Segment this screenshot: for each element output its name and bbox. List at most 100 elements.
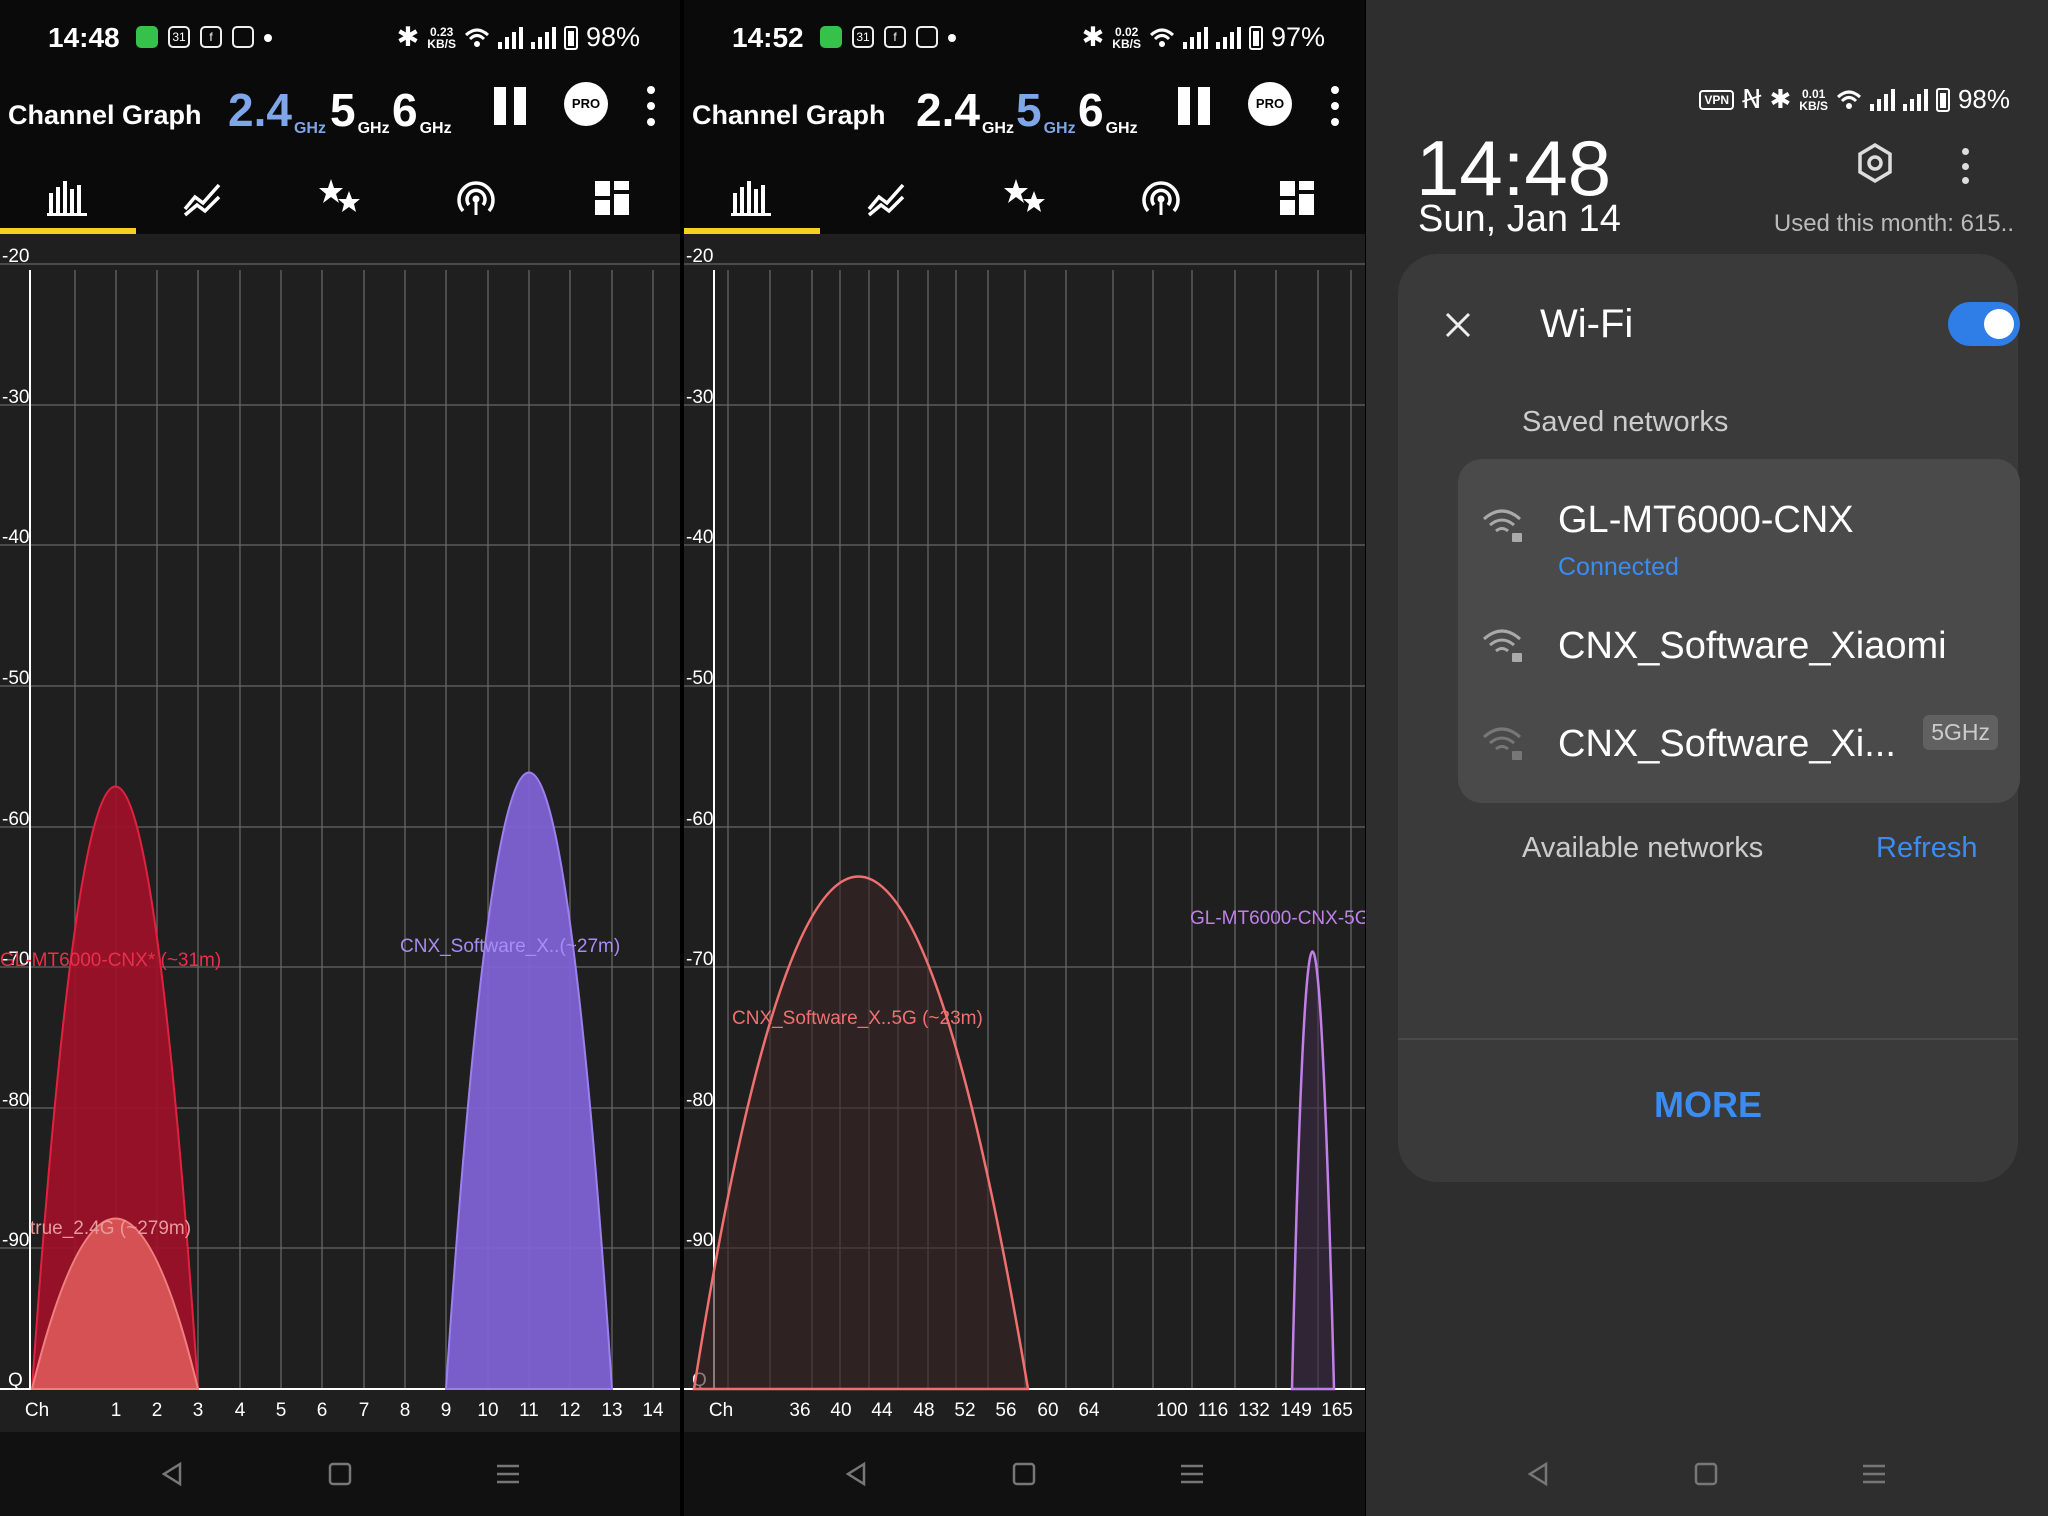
recents-nav-icon[interactable] [1178,1460,1206,1488]
channel-graph-chart[interactable]: -20 -30 -40 -50 -60 -70 -80 -90 Q CNX_So… [684,234,1365,1432]
app-toolbar: Channel Graph 2.4 GHz 5 GHz 6 GHz PRO [0,82,680,162]
band-2-4ghz-button[interactable]: 2.4 GHz [916,82,1014,138]
pro-button[interactable]: PRO [1248,82,1292,126]
y-tick: -30 [2,387,29,408]
tab-channel-rating[interactable] [272,162,408,234]
battery-icon [1935,87,1950,112]
band-unit: GHz [1043,120,1076,137]
band-2-4ghz-button[interactable]: 2.4 GHz [228,82,326,138]
band-5ghz-button[interactable]: 5 GHz [1016,82,1076,138]
channel-graph-chart[interactable]: -20 -30 -40 -50 -60 -70 -80 -90 Q GL-MT6… [0,234,680,1432]
x-tick: 56 [995,1400,1016,1421]
nfc-icon: Ꞥ [1742,84,1762,114]
recents-nav-icon[interactable] [1860,1460,1888,1488]
tab-access-points[interactable] [1093,162,1229,234]
tab-channel-rating[interactable] [956,162,1092,234]
line-graph-icon [867,183,905,217]
band-6ghz-button[interactable]: 6 GHz [1078,82,1138,138]
wifi-toggle[interactable] [1948,302,2020,346]
series-label-cnx-xiaomi: CNX_Software_X..(~27m) [400,936,620,957]
battery-level: 97% [1270,22,1325,52]
x-tick: 48 [913,1400,934,1421]
band-number: 5 [330,84,356,136]
page-title: Channel Graph [8,100,202,130]
y-tick: -60 [686,809,713,830]
wifi-icon [1836,90,1861,109]
wifi-icon [464,28,489,47]
x-tick: 52 [954,1400,975,1421]
signal-icon [1182,26,1208,49]
band-unit: GHz [293,120,326,137]
tab-channel-graph[interactable] [0,162,136,234]
wifi-locked-icon [1483,629,1522,662]
tab-dashboard[interactable] [1229,162,1365,234]
x-axis-label: Ch [25,1400,49,1421]
y-tick: -50 [686,668,713,689]
pause-button[interactable] [1176,87,1212,125]
tab-time-graph[interactable] [136,162,272,234]
x-tick: 165 [1321,1400,1353,1421]
recents-nav-icon[interactable] [494,1460,522,1488]
system-nav-bar [0,1432,680,1516]
list-item[interactable]: CNX_Software_Xi... 5GHz [1458,699,2020,789]
notification-icons: 31 f [136,26,272,48]
facebook-icon: f [200,26,222,48]
stars-icon [319,179,360,212]
settings-gear-icon[interactable] [1854,142,1896,184]
pause-button[interactable] [492,87,528,125]
list-item[interactable]: GL-MT6000-CNX Connected [1458,481,2020,591]
band-5ghz-button[interactable]: 5 GHz [330,82,390,138]
divider [1398,1038,2018,1040]
stars-icon [1003,179,1045,212]
x-tick: 10 [477,1400,498,1421]
home-nav-icon[interactable] [1692,1460,1720,1488]
y-tick: -90 [2,1230,29,1251]
x-tick: 44 [871,1400,893,1421]
network-speed: 0.02 KB/S [1112,26,1141,50]
tab-channel-graph[interactable] [684,162,821,234]
overflow-menu-icon[interactable] [646,86,656,126]
network-speed: 0.01 KB/S [1799,88,1828,112]
band-6ghz-button[interactable]: 6 GHz [392,82,452,138]
network-name: CNX_Software_Xiaomi [1558,625,1947,667]
series-label-gl-mt6000-5g: GL-MT6000-CNX-5G [1190,908,1365,929]
y-tick: -70 [686,949,713,970]
home-nav-icon[interactable] [326,1460,354,1488]
battery-level: 98% [1957,84,2010,114]
back-nav-icon[interactable] [1524,1460,1552,1488]
home-nav-icon[interactable] [1010,1460,1038,1488]
x-tick: 2 [152,1400,163,1421]
tab-time-graph[interactable] [820,162,956,234]
status-bar: 14:48 31 f ✱ 0.23 KB/S 98% [0,0,680,82]
y-tick: -40 [2,527,29,548]
y-tick: -80 [2,1090,29,1111]
tab-dashboard[interactable] [544,162,680,234]
overflow-menu-icon[interactable] [1330,86,1340,126]
speed-unit: KB/S [427,36,456,51]
calendar-icon: 31 [168,26,190,48]
back-nav-icon[interactable] [842,1460,870,1488]
back-nav-icon[interactable] [158,1460,186,1488]
saved-networks-list: GL-MT6000-CNX Connected CNX_Software_Xia… [1458,459,2020,803]
refresh-button[interactable]: Refresh [1876,832,1978,865]
list-item[interactable]: CNX_Software_Xiaomi [1458,601,2020,691]
radar-signal-icon [457,181,495,215]
pro-button[interactable]: PRO [564,82,608,126]
more-button[interactable]: MORE [1398,1084,2018,1126]
tab-access-points[interactable] [408,162,544,234]
overflow-menu-icon[interactable] [1960,148,1970,184]
network-name: CNX_Software_Xi... [1558,723,1896,765]
channel-graph-screen-5g: 14:52 31 f ✱ 0.02 KB/S 97% Channel Graph … [684,0,1365,1516]
x-tick: 100 [1156,1400,1188,1421]
band-unit: GHz [981,120,1014,137]
clock: 14:48 [1416,124,1612,212]
wifi-quick-panel-screen: VPN Ꞥ ✱ 0.01 KB/S 98% 14:48 Sun, Jan 14 U… [1366,0,2048,1516]
signal-icon [497,26,523,49]
wifi-locked-icon [1483,727,1522,760]
calendar-icon: 31 [852,26,874,48]
close-icon[interactable] [1442,309,1474,341]
messenger-icon [232,26,254,48]
status-bar: 14:52 31 f ✱ 0.02 KB/S 97% [684,0,1365,82]
network-name: GL-MT6000-CNX [1558,499,1854,541]
band-unit: GHz [357,120,390,137]
